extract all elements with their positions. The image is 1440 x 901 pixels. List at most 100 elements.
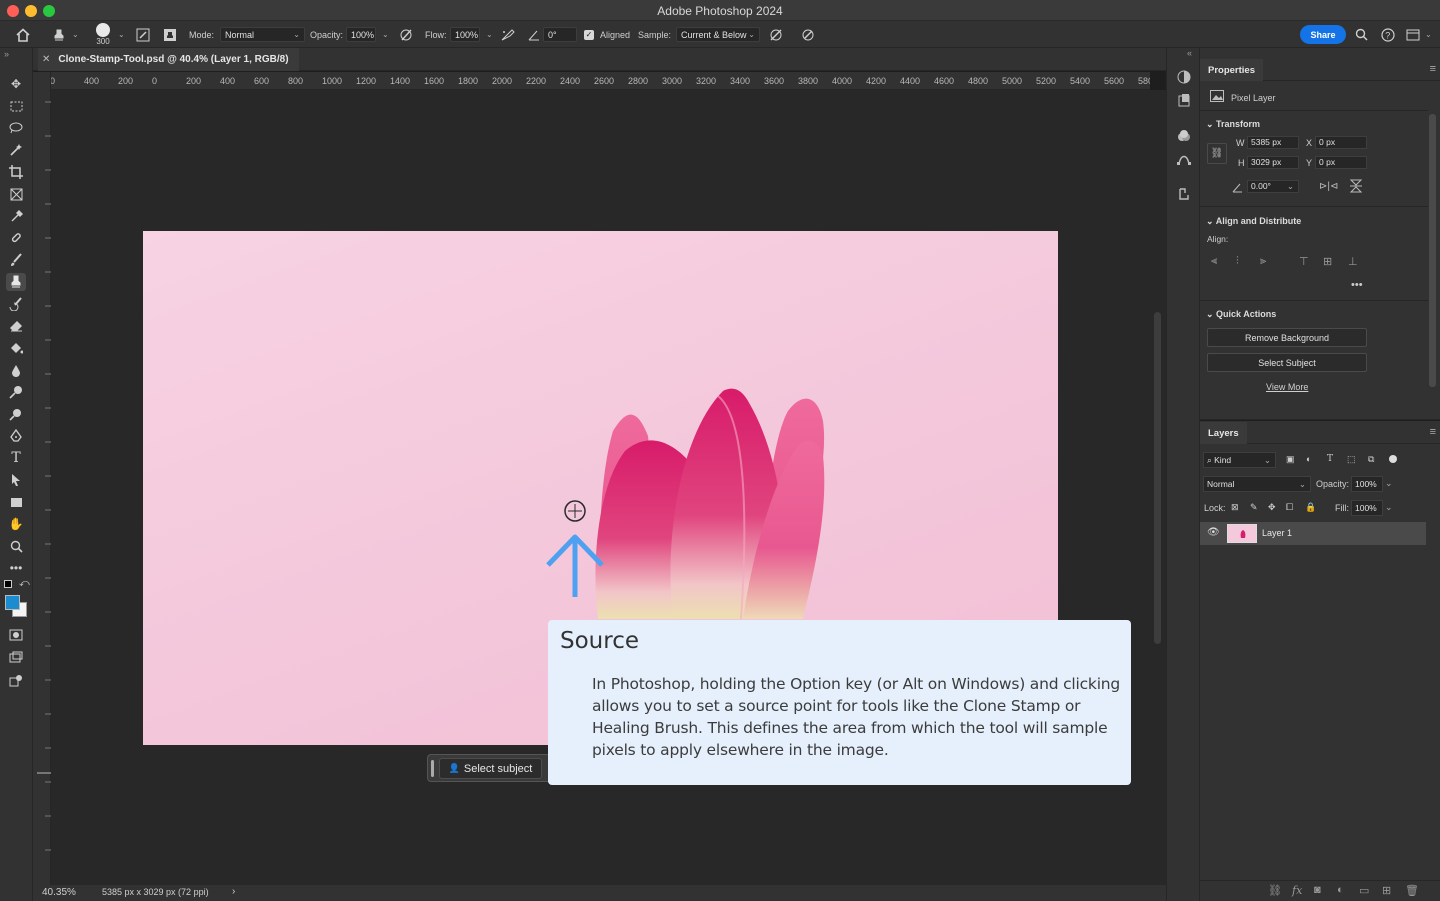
sample-select[interactable]: Current & Below ⌄ bbox=[676, 21, 760, 48]
more-tools-icon[interactable]: ••• bbox=[6, 559, 26, 577]
layer-opacity-field[interactable]: 100% bbox=[1351, 476, 1383, 492]
frame-tool-icon[interactable] bbox=[6, 185, 26, 203]
layer-filter-select[interactable]: ⌕ Kind ⌄ bbox=[1203, 452, 1276, 468]
clone-source-panel-icon[interactable] bbox=[163, 21, 177, 48]
adjustments-icon[interactable] bbox=[1175, 68, 1193, 86]
fx-icon[interactable]: fx bbox=[1292, 884, 1302, 897]
horizontal-ruler[interactable]: 0400200020040060080010001200140016001800… bbox=[51, 72, 1150, 90]
close-document-icon[interactable]: ✕ bbox=[42, 54, 50, 65]
filter-toggle-icon[interactable] bbox=[1389, 455, 1397, 463]
help-icon[interactable]: ? bbox=[1381, 21, 1395, 48]
workspace-icon[interactable]: ⌄ bbox=[1406, 21, 1432, 48]
type-tool-icon[interactable]: T bbox=[6, 449, 26, 467]
generative-icon[interactable] bbox=[6, 672, 26, 690]
lock-transparency-icon[interactable]: ⊠ bbox=[1231, 502, 1239, 513]
libraries-icon[interactable] bbox=[1175, 91, 1193, 109]
panel-menu-icon[interactable]: ≡ bbox=[1430, 63, 1436, 75]
align-top-icon[interactable]: ⊤ bbox=[1299, 255, 1309, 268]
rotation-field[interactable]: 0.00° ⌄ bbox=[1247, 180, 1299, 193]
document-tab[interactable]: ✕ Clone-Stamp-Tool.psd @ 40.4% (Layer 1,… bbox=[38, 48, 299, 71]
filter-adjustment-icon[interactable]: ◐ bbox=[1306, 454, 1311, 464]
magic-wand-tool-icon[interactable] bbox=[6, 141, 26, 159]
new-group-icon[interactable]: ▭ bbox=[1359, 884, 1369, 897]
move-tool-icon[interactable]: ✥ bbox=[6, 75, 26, 93]
search-icon[interactable] bbox=[1355, 21, 1368, 48]
layer-name[interactable]: Layer 1 bbox=[1262, 528, 1292, 538]
width-field[interactable]: 5385 px bbox=[1247, 136, 1299, 149]
new-adjustment-layer-icon[interactable]: ◐ bbox=[1337, 884, 1344, 896]
y-field[interactable]: 0 px bbox=[1315, 156, 1367, 169]
aligned-checkbox[interactable]: ✓ Aligned bbox=[584, 21, 630, 48]
properties-scrollbar[interactable] bbox=[1429, 114, 1436, 387]
panel-menu-icon[interactable]: ≡ bbox=[1430, 426, 1436, 438]
add-mask-icon[interactable]: ◙ bbox=[1314, 884, 1321, 896]
eyedropper-tool-icon[interactable] bbox=[6, 207, 26, 225]
collapse-icon[interactable]: » bbox=[4, 49, 9, 59]
align-horizontal-center-icon[interactable]: ⫶ bbox=[1236, 255, 1239, 268]
view-more-link[interactable]: View More bbox=[1266, 382, 1308, 392]
eraser-tool-icon[interactable] bbox=[6, 317, 26, 335]
layers-tab[interactable]: Layers bbox=[1200, 422, 1247, 444]
scroll-thumb[interactable] bbox=[1154, 312, 1161, 644]
quick-mask-icon[interactable] bbox=[6, 626, 26, 644]
align-left-icon[interactable]: ⫷ bbox=[1211, 255, 1217, 268]
pen-tool-icon[interactable] bbox=[6, 427, 26, 445]
lasso-tool-icon[interactable] bbox=[6, 119, 26, 137]
zoom-lens-tool-icon[interactable] bbox=[6, 405, 26, 423]
more-options-icon[interactable]: ••• bbox=[1351, 279, 1363, 291]
share-button[interactable]: Share bbox=[1300, 25, 1346, 44]
filter-type-icon[interactable]: T bbox=[1327, 454, 1333, 464]
fill-field[interactable]: 100% bbox=[1351, 500, 1383, 516]
quick-actions-section-header[interactable]: ⌄ Quick Actions bbox=[1206, 309, 1276, 320]
align-right-icon[interactable]: ⫸ bbox=[1260, 255, 1266, 268]
lock-image-icon[interactable]: ✎ bbox=[1250, 502, 1258, 513]
link-dimensions-icon[interactable]: ⛓ bbox=[1207, 143, 1227, 164]
airbrush-icon[interactable] bbox=[500, 21, 516, 48]
filter-smart-object-icon[interactable]: ⧉ bbox=[1368, 454, 1374, 465]
swap-colors-icon[interactable]: ⤺ bbox=[19, 578, 30, 589]
history-brush-tool-icon[interactable] bbox=[6, 295, 26, 313]
align-section-header[interactable]: ⌄ Align and Distribute bbox=[1206, 216, 1301, 227]
select-subject-quick-button[interactable]: Select Subject bbox=[1207, 353, 1367, 372]
chevron-down-icon[interactable]: ⌄ bbox=[1385, 478, 1393, 489]
paths-icon[interactable] bbox=[1175, 150, 1193, 168]
mode-select[interactable]: Normal ⌄ bbox=[220, 21, 305, 48]
chevron-down-icon[interactable]: ⌄ bbox=[1385, 502, 1393, 513]
x-field[interactable]: 0 px bbox=[1315, 136, 1367, 149]
ignore-adjustment-layers-icon[interactable] bbox=[769, 21, 783, 48]
hand-tool-icon[interactable]: ✋ bbox=[6, 515, 26, 533]
drag-handle[interactable] bbox=[431, 760, 434, 777]
brush-preset-picker[interactable]: 300 bbox=[96, 21, 110, 48]
pressure-size-icon[interactable] bbox=[800, 21, 816, 48]
clone-stamp-tool-icon[interactable] bbox=[6, 273, 26, 291]
transform-section-header[interactable]: ⌄ Transform bbox=[1206, 119, 1260, 130]
lock-position-icon[interactable]: ✥ bbox=[1268, 502, 1276, 513]
flip-horizontal-icon[interactable]: ⊳|⊲ bbox=[1319, 181, 1338, 192]
lock-artboard-icon[interactable]: ⧠ bbox=[1286, 502, 1293, 513]
angle-input[interactable]: 0° bbox=[543, 21, 577, 48]
align-vertical-center-icon[interactable]: ⊞ bbox=[1323, 255, 1332, 268]
foreground-color-swatch[interactable] bbox=[5, 595, 20, 610]
brush-tool-icon[interactable] bbox=[6, 251, 26, 269]
crop-tool-icon[interactable] bbox=[6, 163, 26, 181]
layer-row[interactable]: 👁 Layer 1 bbox=[1200, 522, 1426, 545]
align-bottom-icon[interactable]: ⊥ bbox=[1348, 255, 1358, 268]
properties-tab[interactable]: Properties bbox=[1200, 59, 1263, 81]
dodge-tool-icon[interactable] bbox=[6, 383, 26, 401]
default-colors-icon[interactable] bbox=[4, 580, 12, 588]
opacity-input[interactable]: 100% ⌄ bbox=[346, 21, 389, 48]
clone-stamp-preset-icon[interactable]: ⌄ bbox=[52, 21, 79, 48]
expand-panels-icon[interactable]: « bbox=[1187, 48, 1192, 58]
screen-mode-icon[interactable] bbox=[6, 648, 26, 666]
filter-pixel-icon[interactable]: ▣ bbox=[1286, 454, 1295, 465]
home-icon[interactable] bbox=[15, 21, 31, 48]
healing-brush-tool-icon[interactable] bbox=[6, 229, 26, 247]
height-field[interactable]: 3029 px bbox=[1247, 156, 1299, 169]
visibility-eye-icon[interactable]: 👁 bbox=[1207, 527, 1220, 538]
chevron-right-icon[interactable]: › bbox=[232, 886, 235, 897]
chevron-down-icon[interactable]: ⌄ bbox=[118, 21, 125, 48]
remove-background-button[interactable]: Remove Background bbox=[1207, 328, 1367, 347]
filter-shape-icon[interactable]: ⬚ bbox=[1347, 454, 1356, 465]
pressure-opacity-icon[interactable] bbox=[398, 21, 414, 48]
clone-source-panel-icon[interactable] bbox=[1175, 185, 1193, 203]
